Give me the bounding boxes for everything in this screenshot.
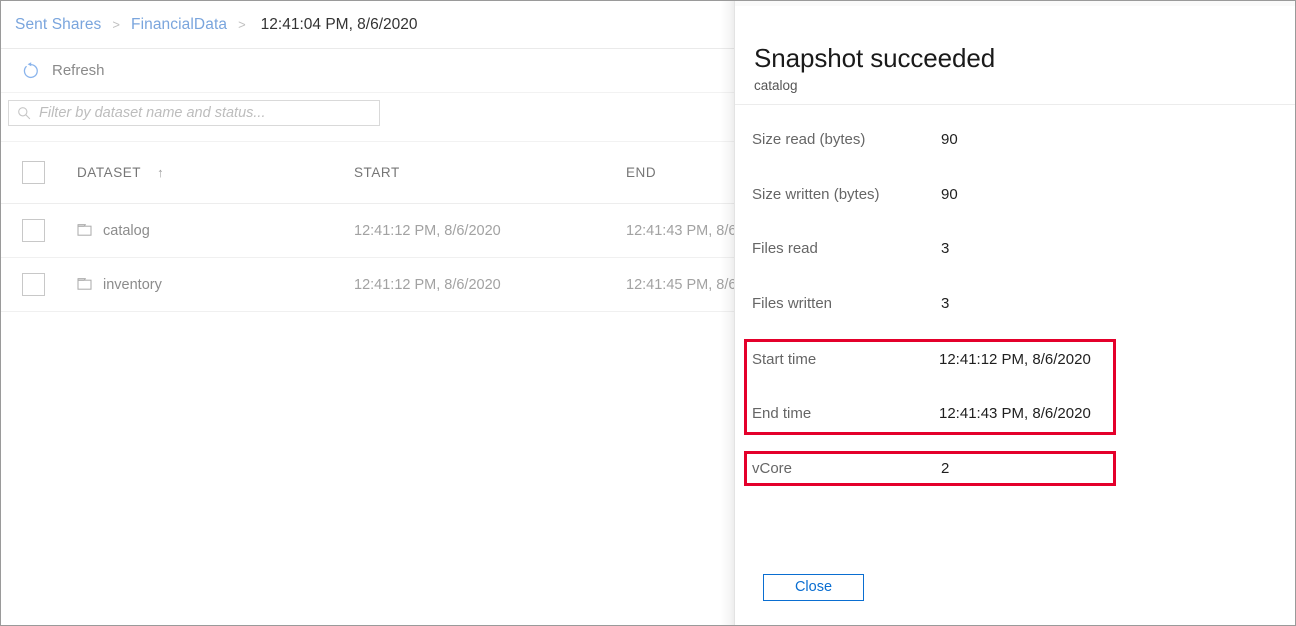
refresh-label: Refresh bbox=[52, 62, 105, 79]
cell-start: 12:41:12 PM, 8/6/2020 bbox=[354, 222, 626, 240]
breadcrumb-item-current: 12:41:04 PM, 8/6/2020 bbox=[261, 16, 418, 34]
column-header-dataset-label: DATASET bbox=[77, 165, 141, 180]
refresh-icon bbox=[21, 61, 41, 81]
detail-value-size-written: 90 bbox=[941, 186, 958, 203]
breadcrumb-separator: > bbox=[238, 17, 246, 32]
cell-dataset: catalog bbox=[77, 223, 354, 239]
column-header-end-label: END bbox=[626, 165, 656, 180]
detail-label-size-read: Size read (bytes) bbox=[752, 131, 865, 148]
detail-label-start-time: Start time bbox=[752, 351, 816, 368]
sort-ascending-icon: ↑ bbox=[157, 165, 164, 180]
cell-start-value: 12:41:12 PM, 8/6/2020 bbox=[354, 223, 501, 239]
cell-start-value: 12:41:12 PM, 8/6/2020 bbox=[354, 277, 501, 293]
detail-value-vcore: 2 bbox=[941, 460, 949, 477]
column-header-dataset[interactable]: DATASET ↑ bbox=[77, 165, 354, 180]
detail-value-files-written: 3 bbox=[941, 295, 949, 312]
refresh-button[interactable]: Refresh bbox=[17, 57, 109, 85]
detail-label-size-written: Size written (bytes) bbox=[752, 186, 880, 203]
app-root: Sent Shares > FinancialData > 12:41:04 P… bbox=[0, 0, 1296, 626]
panel-title: Snapshot succeeded bbox=[754, 45, 995, 71]
search-icon bbox=[17, 106, 31, 120]
row-checkbox[interactable] bbox=[22, 219, 45, 242]
search-input[interactable] bbox=[31, 105, 371, 121]
breadcrumb-item-sent-shares[interactable]: Sent Shares bbox=[15, 16, 101, 34]
search-box[interactable] bbox=[8, 100, 380, 126]
folder-icon bbox=[77, 223, 94, 238]
detail-value-size-read: 90 bbox=[941, 131, 958, 148]
row-checkbox[interactable] bbox=[22, 273, 45, 296]
detail-value-start-time: 12:41:12 PM, 8/6/2020 bbox=[939, 351, 1091, 368]
cell-start: 12:41:12 PM, 8/6/2020 bbox=[354, 276, 626, 294]
cell-dataset: inventory bbox=[77, 277, 354, 293]
row-select-cell bbox=[1, 219, 77, 242]
folder-icon bbox=[77, 277, 94, 292]
close-button[interactable]: Close bbox=[763, 574, 864, 601]
column-header-start[interactable]: START bbox=[354, 164, 626, 182]
cell-dataset-label: catalog bbox=[103, 223, 150, 239]
detail-label-files-written: Files written bbox=[752, 295, 832, 312]
detail-label-vcore: vCore bbox=[752, 460, 792, 477]
detail-value-end-time: 12:41:43 PM, 8/6/2020 bbox=[939, 405, 1091, 422]
select-all-cell bbox=[1, 161, 77, 184]
detail-label-end-time: End time bbox=[752, 405, 811, 422]
breadcrumb-separator: > bbox=[112, 17, 120, 32]
detail-label-files-read: Files read bbox=[752, 240, 818, 257]
panel-subtitle: catalog bbox=[754, 79, 798, 93]
row-select-cell bbox=[1, 273, 77, 296]
detail-value-files-read: 3 bbox=[941, 240, 949, 257]
breadcrumb-item-financialdata[interactable]: FinancialData bbox=[131, 16, 227, 34]
snapshot-details-panel: Snapshot succeeded catalog bbox=[734, 1, 1296, 626]
column-header-start-label: START bbox=[354, 165, 400, 180]
select-all-checkbox[interactable] bbox=[22, 161, 45, 184]
cell-dataset-label: inventory bbox=[103, 277, 162, 293]
